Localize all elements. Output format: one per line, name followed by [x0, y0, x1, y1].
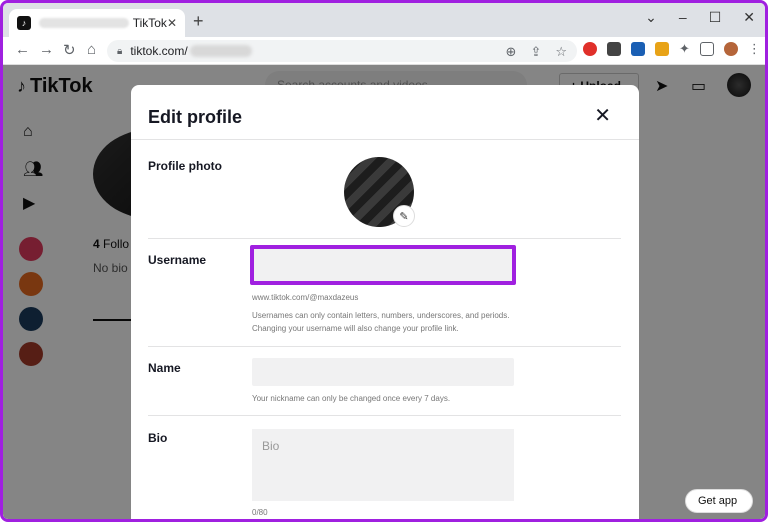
modal-title: Edit profile	[148, 107, 242, 128]
menu-kebab-icon[interactable]: ⋮	[748, 41, 761, 57]
tiktok-favicon-icon: ♪	[17, 16, 31, 30]
colorful-extension-icon[interactable]	[655, 42, 669, 56]
username-url: www.tiktok.com/@maxdazeus	[252, 291, 512, 304]
blurred-tab-prefix	[39, 18, 129, 28]
section-divider	[148, 346, 621, 347]
browser-window: ♪ TikTok ✕ + ⌄ – ☐ ✕ ← → ↻ ⌂ 🔒︎ tiktok.c…	[0, 0, 768, 522]
reload-icon[interactable]: ↻	[63, 41, 76, 59]
header-divider	[131, 139, 639, 140]
forward-icon[interactable]: →	[39, 41, 54, 58]
bio-textarea[interactable]: Bio	[252, 429, 514, 501]
edit-pencil-icon[interactable]: ✎	[393, 205, 415, 227]
tab-search-icon[interactable]: ⌄	[645, 9, 657, 26]
bio-counter: 0/80	[252, 506, 512, 519]
translate-extension-icon[interactable]	[631, 42, 645, 56]
lock-icon: 🔒︎	[117, 46, 122, 57]
username-label: Username	[148, 253, 206, 267]
minimize-button[interactable]: –	[679, 9, 687, 26]
bio-label: Bio	[148, 431, 167, 445]
close-icon[interactable]: ✕	[594, 103, 611, 128]
blurred-url-path	[190, 45, 252, 57]
new-tab-button[interactable]: +	[193, 11, 204, 32]
omnibox-actions: ⊕ ⇪ ☆	[506, 44, 567, 60]
name-hint: Your nickname can only be changed once e…	[252, 392, 512, 405]
maximize-button[interactable]: ☐	[709, 9, 722, 26]
bookmark-star-icon[interactable]: ☆	[555, 44, 567, 60]
spy-extension-icon[interactable]	[607, 42, 621, 56]
install-app-icon[interactable]: ⊕	[506, 44, 517, 60]
username-highlight-box	[250, 245, 516, 285]
address-url: tiktok.com/	[130, 44, 187, 58]
edit-profile-modal: Edit profile ✕ Profile photo ✎ Username …	[131, 85, 639, 522]
tab-tiktok[interactable]: ♪ TikTok ✕	[9, 9, 185, 37]
name-label: Name	[148, 361, 181, 375]
puzzle-extensions-icon[interactable]: ✦	[679, 41, 690, 57]
profile-avatar[interactable]	[724, 42, 738, 56]
tab-title: TikTok	[133, 16, 167, 30]
side-panel-icon[interactable]	[700, 42, 714, 56]
username-hint: Usernames can only contain letters, numb…	[252, 309, 512, 335]
home-icon[interactable]: ⌂	[87, 41, 96, 58]
address-bar[interactable]: 🔒︎ tiktok.com/ ⊕ ⇪ ☆	[107, 40, 577, 62]
opera-extension-icon[interactable]	[583, 42, 597, 56]
extension-icons: ✦ ⋮	[583, 41, 761, 57]
profile-photo-label: Profile photo	[148, 159, 222, 173]
section-divider	[148, 415, 621, 416]
window-controls: ⌄ – ☐ ✕	[645, 9, 755, 26]
get-app-button[interactable]: Get app	[685, 489, 753, 513]
close-window-button[interactable]: ✕	[743, 9, 755, 26]
tab-strip: ♪ TikTok ✕ + ⌄ – ☐ ✕	[3, 3, 765, 37]
name-input[interactable]	[252, 358, 514, 386]
section-divider	[148, 238, 621, 239]
back-icon[interactable]: ←	[15, 41, 30, 58]
tab-close-icon[interactable]: ✕	[167, 16, 177, 30]
share-icon[interactable]: ⇪	[530, 44, 541, 60]
